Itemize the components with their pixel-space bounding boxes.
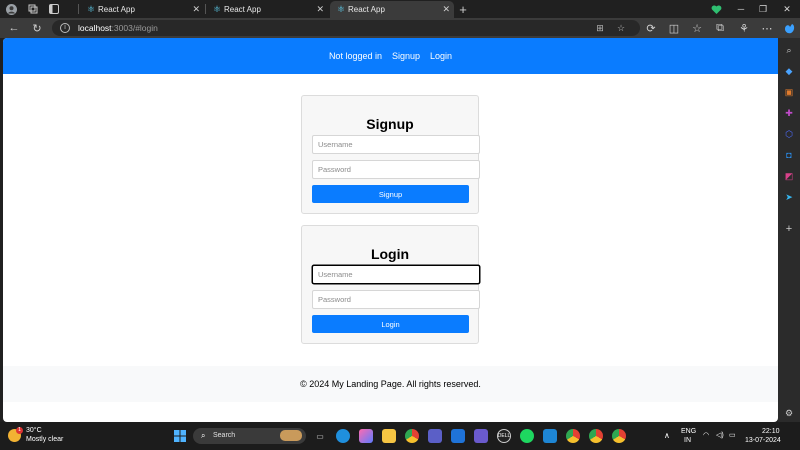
- edge-sidebar: ⌕ ◆ ▣ ✚ ⬡ ◘ ◩ ➤ + ⚙: [778, 38, 800, 422]
- show-hidden-icons-chevron-icon[interactable]: ∧: [664, 431, 670, 440]
- split-screen-icon[interactable]: ◫: [667, 21, 681, 35]
- sidebar-add-icon[interactable]: +: [783, 223, 795, 235]
- wifi-icon[interactable]: ◠: [703, 431, 709, 439]
- vscode-icon[interactable]: [543, 429, 557, 443]
- nav-signup-link[interactable]: Signup: [392, 51, 420, 61]
- login-button[interactable]: Login: [312, 315, 469, 333]
- page-footer: © 2024 My Landing Page. All rights reser…: [3, 366, 778, 402]
- browser-tab-strip: ⚛ React App ✕ ⚛ React App ✕ ⚛ React App …: [0, 0, 800, 18]
- close-tab-icon[interactable]: ✕: [192, 4, 200, 15]
- tab-title: React App: [224, 5, 261, 14]
- address-bar[interactable]: i localhost:3003/#login ⊞ ☆: [52, 20, 640, 36]
- nav-login-link[interactable]: Login: [430, 51, 452, 61]
- react-favicon-icon: ⚛: [213, 4, 222, 14]
- language-line1[interactable]: ENG: [681, 428, 696, 435]
- clock-date[interactable]: 13-07-2024: [745, 437, 781, 444]
- tab-title: React App: [98, 5, 135, 14]
- page-viewport: Not logged in Signup Login Signup Signup…: [3, 38, 778, 422]
- login-username-input[interactable]: [312, 265, 480, 284]
- top-navbar: Not logged in Signup Login: [3, 38, 778, 74]
- signup-password-input[interactable]: [312, 160, 480, 179]
- site-info-icon[interactable]: i: [60, 23, 70, 33]
- browser-tab-3-active[interactable]: ⚛ React App ✕: [330, 1, 454, 18]
- teams-icon[interactable]: [428, 429, 442, 443]
- language-line2[interactable]: IN: [684, 437, 691, 444]
- url-host: localhost: [78, 23, 112, 33]
- spotify-icon[interactable]: [520, 429, 534, 443]
- task-view-icon[interactable]: ▭: [313, 429, 327, 443]
- favorite-star-icon[interactable]: ☆: [616, 23, 626, 33]
- close-tab-icon[interactable]: ✕: [316, 4, 324, 15]
- clock-time[interactable]: 22:10: [762, 428, 780, 435]
- search-label: Search: [213, 432, 236, 439]
- tab-separator: [78, 4, 79, 14]
- url-path: :3003/#login: [111, 23, 158, 33]
- sidebar-copilot-icon[interactable]: ⬡: [783, 128, 795, 140]
- search-icon: ⌕: [201, 431, 206, 440]
- tab-actions-icon[interactable]: [48, 3, 60, 15]
- sidebar-tools-icon[interactable]: ✚: [783, 107, 795, 119]
- signup-username-input[interactable]: [312, 135, 480, 154]
- refresh-icon[interactable]: ↻: [30, 21, 44, 35]
- linkedin-icon[interactable]: [474, 429, 488, 443]
- file-explorer-icon[interactable]: [382, 429, 396, 443]
- copilot-icon[interactable]: [782, 21, 796, 35]
- collections-icon[interactable]: ⧉: [713, 21, 727, 35]
- browser-toolbar: ← ↻ i localhost:3003/#login ⊞ ☆ ⟳ ◫ ☆ ⧉ …: [0, 18, 800, 38]
- login-status-text: Not logged in: [328, 51, 382, 61]
- url-text: localhost:3003/#login: [78, 23, 158, 33]
- more-options-icon[interactable]: ⋯: [760, 21, 774, 35]
- profile-avatar-icon[interactable]: [5, 3, 17, 15]
- windows-taskbar: 1 30°C Mostly clear ⌕ Search ▭ DELL ∧ EN…: [0, 422, 800, 450]
- login-title: Login: [370, 246, 410, 262]
- browser-tab-1[interactable]: ⚛ React App ✕: [80, 1, 204, 18]
- extensions-icon[interactable]: ⟳: [644, 21, 658, 35]
- login-card: Login Login: [301, 225, 480, 344]
- volume-icon[interactable]: ◁): [716, 431, 724, 439]
- dell-icon[interactable]: DELL: [497, 429, 511, 443]
- signup-title: Signup: [366, 116, 414, 132]
- start-button-windows-icon[interactable]: [173, 429, 187, 443]
- browser-extension-icon[interactable]: ⚘: [737, 21, 751, 35]
- weather-temperature: 30°C: [26, 427, 42, 434]
- chrome-icon[interactable]: [405, 429, 419, 443]
- sidebar-outlook-icon[interactable]: ◘: [783, 149, 795, 161]
- login-password-input[interactable]: [312, 290, 480, 309]
- workspaces-icon[interactable]: [27, 3, 39, 15]
- close-tab-icon[interactable]: ✕: [442, 4, 450, 15]
- mail-icon[interactable]: [451, 429, 465, 443]
- close-window-button[interactable]: ✕: [780, 2, 794, 16]
- signup-button[interactable]: Signup: [312, 185, 469, 203]
- sidebar-settings-icon[interactable]: ⚙: [783, 407, 795, 419]
- search-highlight-icon: [280, 430, 302, 441]
- app-available-icon[interactable]: ⊞: [595, 23, 605, 33]
- browser-tab-2[interactable]: ⚛ React App ✕: [206, 1, 328, 18]
- edge-browser-taskbar-icon[interactable]: [336, 429, 350, 443]
- sidebar-search-icon[interactable]: ⌕: [783, 44, 795, 56]
- back-arrow-icon[interactable]: ←: [7, 21, 21, 35]
- favorites-icon[interactable]: ☆: [690, 21, 704, 35]
- minimize-button[interactable]: ─: [734, 2, 748, 16]
- sidebar-office-icon[interactable]: ◩: [783, 170, 795, 182]
- signup-card: Signup Signup: [301, 95, 480, 214]
- chrome-profile-icon-1[interactable]: [566, 429, 580, 443]
- sidebar-send-icon[interactable]: ➤: [783, 191, 795, 203]
- battery-icon[interactable]: ▭: [729, 431, 736, 439]
- tab-title: React App: [348, 5, 385, 14]
- taskbar-search-box[interactable]: ⌕ Search: [193, 428, 306, 444]
- maximize-button[interactable]: ❐: [756, 2, 770, 16]
- chrome-profile-icon-2[interactable]: [589, 429, 603, 443]
- browser-essentials-icon[interactable]: [710, 3, 722, 15]
- new-tab-button[interactable]: +: [457, 2, 469, 17]
- sidebar-tag-icon[interactable]: ◆: [783, 65, 795, 77]
- chrome-profile-icon-3[interactable]: [612, 429, 626, 443]
- copilot-taskbar-icon[interactable]: [359, 429, 373, 443]
- react-favicon-icon: ⚛: [337, 4, 346, 14]
- sidebar-shopping-icon[interactable]: ▣: [783, 86, 795, 98]
- react-favicon-icon: ⚛: [87, 4, 96, 14]
- weather-condition: Mostly clear: [26, 436, 64, 443]
- weather-badge: 1: [16, 427, 23, 434]
- footer-copyright: © 2024 My Landing Page. All rights reser…: [300, 379, 481, 389]
